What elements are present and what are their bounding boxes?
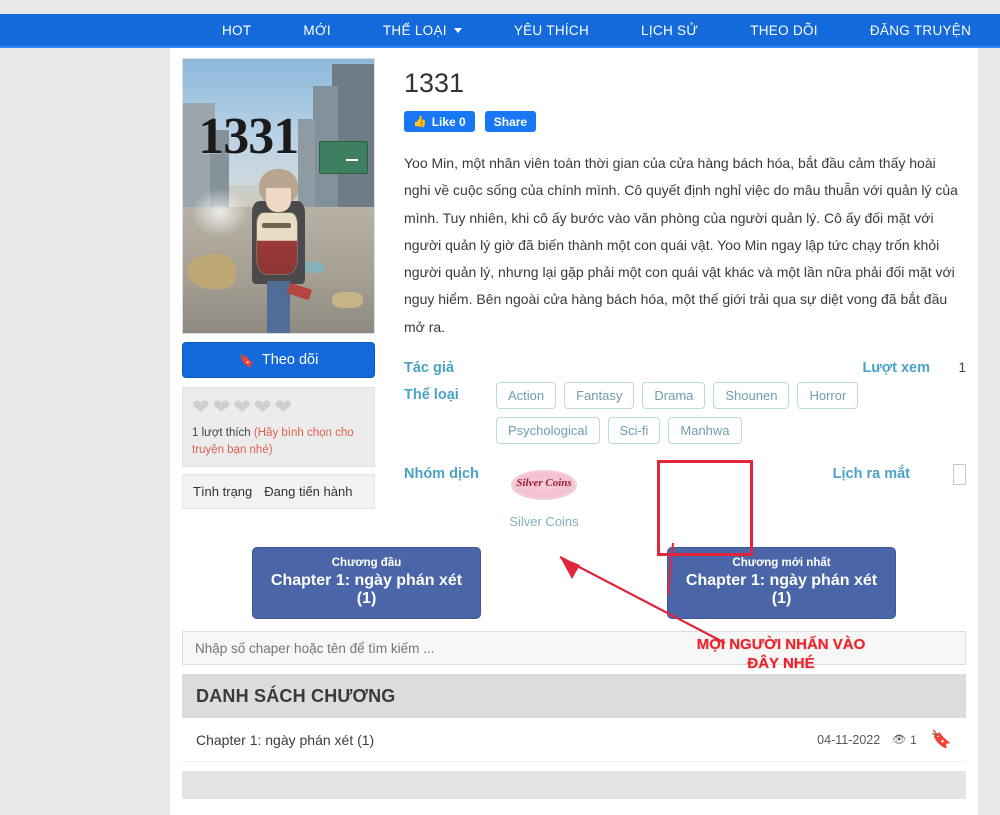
top-navigation-bar: HOT MỚI THỂ LOẠI YÊU THÍCH LỊCH SỬ THEO … <box>0 14 1000 48</box>
genre-tag-fantasy[interactable]: Fantasy <box>564 382 634 409</box>
rating-box: ❤ ❤ ❤ ❤ ❤ 1 lượt thích (Hãy bình chọn ch… <box>182 387 375 467</box>
cover-character-backpack <box>256 212 298 275</box>
like-count-line: 1 lượt thích (Hãy bình chọn cho truyện b… <box>192 425 365 458</box>
cover-street-sign <box>319 141 369 174</box>
heart-icon[interactable]: ❤ <box>274 397 292 418</box>
silver-coins-logo-text: Silver Coins <box>511 477 577 489</box>
genre-tag-psychological[interactable]: Psychological <box>496 417 600 444</box>
chevron-down-icon <box>454 28 462 33</box>
genre-tag-shounen[interactable]: Shounen <box>713 382 789 409</box>
genre-tag-horror[interactable]: Horror <box>797 382 858 409</box>
chapter-list-header: DANH SÁCH CHƯƠNG <box>182 674 966 718</box>
first-chapter-title: Chapter 1: ngày phán xét (1) <box>259 572 474 608</box>
heart-icon[interactable]: ❤ <box>233 397 251 418</box>
bottom-spacer <box>182 799 966 815</box>
table-row[interactable]: Chapter 1: ngày phán xét (1) 04-11-2022 … <box>182 718 966 762</box>
nav-item-moi-label: MỚI <box>303 23 330 38</box>
cover-smoke <box>191 188 248 237</box>
nav-item-theo-doi-label: THEO DÕI <box>750 23 818 38</box>
status-label: Tình trạng <box>193 484 252 499</box>
genre-label: Thể loại <box>404 382 496 403</box>
author-label: Tác giả <box>404 355 496 376</box>
page-body: 1331 🔖 Theo dõi ❤ ❤ ❤ ❤ ❤ 1 lượt thí <box>0 48 1000 753</box>
heart-icon[interactable]: ❤ <box>192 397 210 418</box>
group-schedule-row: Nhóm dịch Silver Coins Silver Coins Lịch… <box>404 456 966 533</box>
schedule-label: Lịch ra mắt <box>833 456 910 482</box>
genre-row: Thể loại Action Fantasy Drama Shounen Ho… <box>404 382 966 444</box>
heart-rating[interactable]: ❤ ❤ ❤ ❤ ❤ <box>192 397 365 418</box>
genre-tag-list: Action Fantasy Drama Shounen Horror Psyc… <box>496 382 966 444</box>
nav-item-lich-su[interactable]: LỊCH SỬ <box>615 23 724 38</box>
chapter-list-heading: DANH SÁCH CHƯƠNG <box>196 686 396 707</box>
first-chapter-caption: Chương đầu <box>259 557 474 569</box>
chapter-nav-buttons: Chương đầu Chapter 1: ngày phán xét (1) … <box>170 533 978 631</box>
nav-item-moi[interactable]: MỚI <box>277 23 356 38</box>
chapter-row-views-count: 1 <box>910 733 917 747</box>
nav-items: HOT MỚI THỂ LOẠI YÊU THÍCH LỊCH SỬ THEO … <box>196 23 1000 38</box>
page-title: 1331 <box>404 68 966 99</box>
schedule-value-wrap <box>910 456 966 490</box>
content-container: 1331 🔖 Theo dõi ❤ ❤ ❤ ❤ ❤ 1 lượt thí <box>170 48 978 815</box>
thumbs-up-icon: 👍 <box>413 115 427 128</box>
chapter-search-wrap <box>170 631 978 665</box>
cover-title-text: 1331 <box>198 111 298 163</box>
cover-character-legs <box>267 281 290 333</box>
views-label: Lượt xem <box>862 355 930 376</box>
facebook-like-button[interactable]: 👍 Like 0 <box>404 111 475 132</box>
facebook-like-label: Like 0 <box>432 115 466 129</box>
cover-character-head <box>266 188 291 213</box>
nav-item-the-loai-label: THỂ LOẠI <box>383 23 447 38</box>
follow-button-label: Theo dõi <box>262 352 318 368</box>
translation-group-name: Silver Coins <box>496 514 592 529</box>
schedule-placeholder-icon <box>953 464 966 485</box>
cover-debris <box>187 254 237 290</box>
chapter-row-name[interactable]: Chapter 1: ngày phán xét (1) <box>196 732 817 748</box>
facebook-share-label: Share <box>494 115 527 129</box>
chapter-row-date: 04-11-2022 <box>817 733 880 747</box>
nav-item-lich-su-label: LỊCH SỬ <box>641 23 698 38</box>
bookmark-icon[interactable]: 🔖 <box>931 731 952 748</box>
comic-description: Yoo Min, một nhân viên toàn thời gian củ… <box>404 150 966 341</box>
nav-item-yeu-thich[interactable]: YÊU THÍCH <box>488 23 615 38</box>
bookmark-icon: 🔖 <box>239 354 255 367</box>
social-buttons: 👍 Like 0 Share <box>404 111 966 132</box>
genre-tag-drama[interactable]: Drama <box>642 382 705 409</box>
like-count-text: 1 lượt thích <box>192 427 251 439</box>
status-value: Đang tiến hành <box>264 484 352 499</box>
nav-item-yeu-thich-label: YÊU THÍCH <box>514 23 589 38</box>
genre-tag-action[interactable]: Action <box>496 382 556 409</box>
cover-debris <box>303 262 324 273</box>
views-value: 1 <box>930 355 966 375</box>
comic-info-column: 1331 👍 Like 0 Share Yoo Min, một nhân vi… <box>382 58 966 533</box>
group-label: Nhóm dịch <box>404 456 496 482</box>
bottom-strip <box>182 771 966 799</box>
genre-tag-manhwa[interactable]: Manhwa <box>668 417 741 444</box>
comic-detail-section: 1331 🔖 Theo dõi ❤ ❤ ❤ ❤ ❤ 1 lượt thí <box>170 48 978 533</box>
nav-item-hot[interactable]: HOT <box>196 23 277 38</box>
search-input[interactable] <box>182 631 966 665</box>
nav-item-hot-label: HOT <box>222 23 251 38</box>
nav-item-the-loai[interactable]: THỂ LOẠI <box>357 23 488 38</box>
nav-item-dang-truyen-label: ĐĂNG TRUYỆN <box>870 23 971 38</box>
latest-chapter-caption: Chương mới nhất <box>674 557 889 569</box>
first-chapter-button[interactable]: Chương đầu Chapter 1: ngày phán xét (1) <box>252 547 481 619</box>
cover-debris <box>332 292 363 308</box>
silver-coins-logo-icon: Silver Coins <box>511 470 577 500</box>
comic-sidebar: 1331 🔖 Theo dõi ❤ ❤ ❤ ❤ ❤ 1 lượt thí <box>182 58 382 533</box>
nav-item-theo-doi[interactable]: THEO DÕI <box>724 23 844 38</box>
eye-icon: 👁 <box>892 733 906 746</box>
chapter-row-views: 👁 1 <box>892 733 917 747</box>
facebook-share-button[interactable]: Share <box>485 111 536 132</box>
follow-button[interactable]: 🔖 Theo dõi <box>182 342 375 378</box>
heart-icon[interactable]: ❤ <box>254 397 272 418</box>
latest-chapter-title: Chapter 1: ngày phán xét (1) <box>674 572 889 608</box>
translation-group-card[interactable]: Silver Coins Silver Coins <box>496 456 592 533</box>
author-views-row: Tác giả Lượt xem 1 <box>404 355 966 376</box>
comic-cover-image: 1331 <box>182 58 375 334</box>
nav-item-dang-truyen[interactable]: ĐĂNG TRUYỆN <box>844 23 997 38</box>
genre-tag-scifi[interactable]: Sci-fi <box>608 417 661 444</box>
status-box: Tình trạng Đang tiến hành <box>182 474 375 509</box>
heart-icon[interactable]: ❤ <box>213 397 231 418</box>
latest-chapter-button[interactable]: Chương mới nhất Chapter 1: ngày phán xét… <box>667 547 896 619</box>
